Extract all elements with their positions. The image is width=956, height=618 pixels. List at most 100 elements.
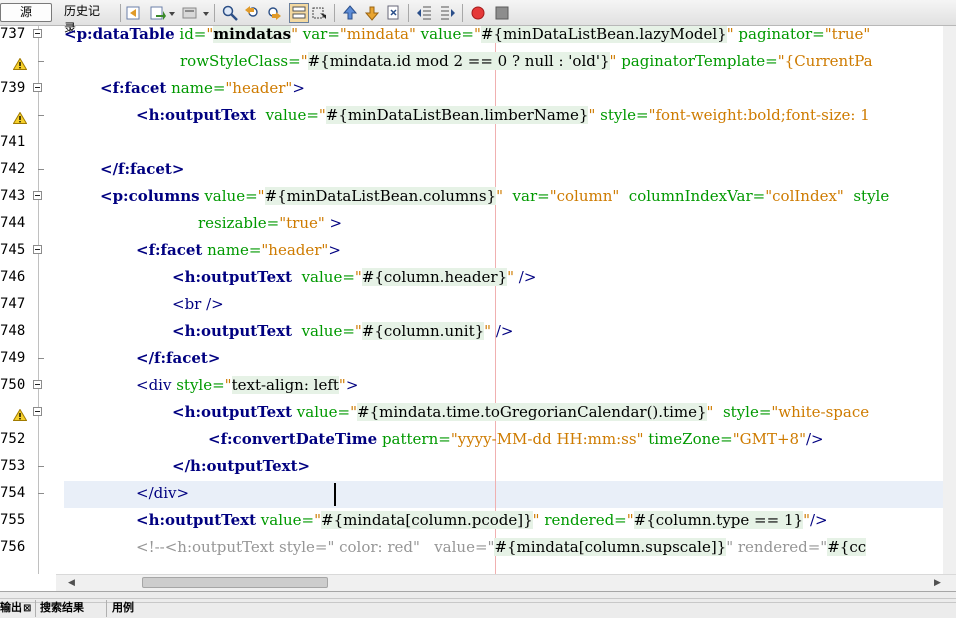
line-number: 737: [0, 26, 26, 42]
code-line[interactable]: 752 <f:convertDateTime pattern="yyyy-MM-…: [0, 426, 943, 453]
warning-icon[interactable]: [12, 109, 28, 124]
fold-toggle-icon[interactable]: [33, 83, 42, 92]
fold-toggle-icon[interactable]: [33, 191, 42, 200]
horizontal-scroll-thumb[interactable]: [142, 577, 328, 588]
history-nav-icon[interactable]: [150, 5, 166, 21]
line-number: 739: [0, 80, 26, 96]
code-line[interactable]: 754 </div>: [0, 480, 943, 507]
source-action-icon[interactable]: [182, 5, 198, 21]
find-previous-icon[interactable]: [244, 5, 260, 21]
code-line[interactable]: 748 <h:outputText value="#{column.unit}"…: [0, 318, 943, 345]
line-code: </f:facet>: [100, 160, 185, 178]
close-tab-icon[interactable]: ⊠: [23, 603, 31, 614]
line-number: 743: [0, 188, 26, 204]
toggle-highlight-icon[interactable]: [289, 3, 309, 23]
code-line[interactable]: 744 resizable="true" >: [0, 210, 943, 237]
toolbar-separator: [120, 4, 121, 22]
code-line[interactable]: 755 <h:outputText value="#{mindata[colum…: [0, 507, 943, 534]
line-number: 744: [0, 215, 26, 231]
toolbar-separator: [408, 4, 409, 22]
line-code: <!--<h:outputText style=" color: red" va…: [136, 538, 867, 556]
horizontal-scrollbar[interactable]: ◀ ▶: [56, 574, 956, 591]
code-line[interactable]: <h:outputText value="#{minDataListBean.l…: [0, 102, 943, 129]
line-code: <h:outputText value="#{mindata.time.toGr…: [172, 403, 870, 421]
code-line[interactable]: 742 </f:facet>: [0, 156, 943, 183]
code-line[interactable]: 747 <br />: [0, 291, 943, 318]
code-line[interactable]: rowStyleClass="#{mindata.id mod 2 == 0 ?…: [0, 48, 943, 75]
fold-guide-tick: [38, 466, 44, 467]
line-code: <f:facet name="header">: [136, 241, 341, 259]
code-line[interactable]: 739 <f:facet name="header">: [0, 75, 943, 102]
fold-guide-tick: [38, 169, 44, 170]
fold-guide-tick: [38, 358, 44, 359]
tab-source[interactable]: 源: [0, 3, 52, 22]
warning-icon[interactable]: [12, 406, 28, 421]
line-code: </div>: [136, 484, 190, 502]
tab-divider: [35, 600, 36, 617]
line-code: <h:outputText value="#{column.header}" /…: [172, 268, 537, 286]
line-code: rowStyleClass="#{mindata.id mod 2 == 0 ?…: [180, 52, 873, 70]
text-caret: [334, 483, 336, 506]
warning-icon[interactable]: [12, 55, 28, 70]
line-code: <h:outputText value="#{column.unit}" />: [172, 322, 514, 340]
line-code: </f:facet>: [136, 349, 221, 367]
tab-search-results[interactable]: 搜索结果: [40, 600, 106, 618]
line-number: 755: [0, 512, 26, 528]
line-code: <p:columns value="#{minDataListBean.colu…: [100, 187, 890, 205]
line-code: </h:outputText>: [172, 457, 311, 475]
tab-output-label: 输出: [0, 601, 22, 614]
fold-toggle-icon[interactable]: [33, 380, 42, 389]
line-number: 754: [0, 485, 26, 501]
line-number: 742: [0, 161, 26, 177]
start-macro-icon[interactable]: [470, 5, 486, 21]
code-line[interactable]: 746 <h:outputText value="#{column.header…: [0, 264, 943, 291]
fold-toggle-icon[interactable]: [33, 407, 42, 416]
fold-toggle-icon[interactable]: [33, 245, 42, 254]
line-number: 750: [0, 377, 26, 393]
code-line[interactable]: 756 <!--<h:outputText style=" color: red…: [0, 534, 943, 561]
code-line[interactable]: 741: [0, 129, 943, 156]
tab-output[interactable]: 输出⊠: [0, 600, 34, 618]
tab-history[interactable]: 历史记录: [56, 3, 116, 35]
back-to-last-edit-icon[interactable]: [126, 5, 142, 21]
fold-guide-tick: [38, 61, 44, 62]
scroll-right-arrow-icon[interactable]: ▶: [934, 578, 941, 588]
dropdown-icon[interactable]: [202, 5, 210, 21]
find-icon[interactable]: [222, 5, 238, 21]
line-number: 756: [0, 539, 26, 555]
vertical-scrollbar[interactable]: [943, 26, 956, 574]
toolbar-separator: [214, 4, 215, 22]
code-line[interactable]: 749 </f:facet>: [0, 345, 943, 372]
fold-guide-tick: [38, 493, 44, 494]
code-line[interactable]: 743 <p:columns value="#{minDataListBean.…: [0, 183, 943, 210]
line-code: <f:convertDateTime pattern="yyyy-MM-dd H…: [208, 430, 824, 448]
shift-right-icon[interactable]: [440, 5, 456, 21]
line-code: resizable="true" >: [198, 214, 343, 232]
toggle-bookmark-icon[interactable]: [386, 5, 402, 21]
line-number: 747: [0, 296, 26, 312]
line-number: 746: [0, 269, 26, 285]
code-editor[interactable]: 737 <p:dataTable id="mindatas" var="mind…: [0, 26, 943, 574]
line-code: <h:outputText value="#{minDataListBean.l…: [136, 106, 870, 124]
tab-usages[interactable]: 用例: [112, 600, 144, 618]
line-number: 745: [0, 242, 26, 258]
next-bookmark-icon[interactable]: [364, 5, 380, 21]
code-line[interactable]: 750 <div style="text-align: left">: [0, 372, 943, 399]
code-line[interactable]: <h:outputText value="#{mindata.time.toGr…: [0, 399, 943, 426]
toolbar-separator: [334, 4, 335, 22]
line-number: 748: [0, 323, 26, 339]
tab-divider: [106, 600, 107, 617]
shift-left-icon[interactable]: [416, 5, 432, 21]
editor-toolbar: 源 历史记录: [0, 0, 956, 35]
find-next-icon[interactable]: [266, 5, 282, 21]
stop-macro-icon[interactable]: [494, 5, 510, 21]
code-line[interactable]: 753 </h:outputText>: [0, 453, 943, 480]
fold-toggle-icon[interactable]: [33, 29, 42, 38]
dropdown-icon[interactable]: [168, 5, 176, 21]
find-selection-icon[interactable]: [312, 5, 328, 21]
code-line[interactable]: 737 <p:dataTable id="mindatas" var="mind…: [0, 26, 943, 48]
scroll-left-arrow-icon[interactable]: ◀: [68, 578, 75, 588]
previous-bookmark-icon[interactable]: [342, 5, 358, 21]
code-line[interactable]: 745 <f:facet name="header">: [0, 237, 943, 264]
line-code: <h:outputText value="#{mindata[column.pc…: [136, 511, 828, 529]
